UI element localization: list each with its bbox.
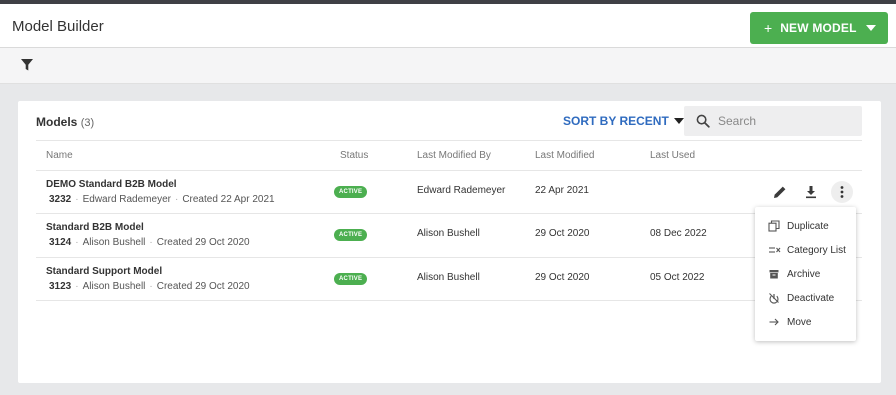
- more-actions-button[interactable]: [831, 181, 853, 203]
- column-header-last-modified[interactable]: Last Modified: [535, 150, 594, 161]
- separator: ·: [149, 237, 153, 248]
- duplicate-icon: [767, 219, 781, 233]
- menu-item-deactivate[interactable]: Deactivate: [755, 286, 856, 310]
- menu-item-archive[interactable]: Archive: [755, 262, 856, 286]
- table-row[interactable]: DEMO Standard B2B Model 3232 · Edward Rade…: [36, 171, 862, 214]
- model-created: Created 22 Apr 2021: [182, 194, 275, 205]
- kebab-menu-icon: [840, 186, 844, 198]
- model-creator: Edward Rademeyer: [82, 194, 171, 205]
- download-icon: [806, 186, 816, 199]
- model-id: 3232: [49, 194, 72, 205]
- model-name[interactable]: Standard B2B Model: [46, 222, 144, 233]
- archive-icon: [767, 267, 781, 281]
- menu-item-category-list[interactable]: Category List: [755, 238, 856, 262]
- separator: ·: [149, 281, 153, 292]
- caret-down-icon: [673, 118, 684, 124]
- menu-item-label: Move: [787, 316, 812, 328]
- separator: ·: [75, 194, 79, 205]
- status-badge: ACTIVE: [334, 186, 368, 198]
- status-badge: ACTIVE: [334, 229, 368, 241]
- plus-icon: +: [764, 20, 773, 36]
- table-row[interactable]: Standard Support Model 3123 · Alison Bushe…: [36, 258, 862, 301]
- menu-item-move[interactable]: Move: [755, 310, 856, 334]
- models-title: Models: [36, 115, 78, 129]
- last-modified: 29 Oct 2020: [535, 228, 590, 239]
- search-input[interactable]: [718, 111, 854, 131]
- context-menu: Duplicate Category List Archive Deactiva…: [755, 207, 856, 341]
- sort-dropdown[interactable]: SORT BY RECENT: [563, 114, 684, 128]
- divider: [36, 300, 862, 301]
- pencil-icon: [774, 186, 786, 198]
- model-creator: Alison Bushell: [82, 237, 146, 248]
- arrow-right-icon: [767, 315, 781, 329]
- new-model-button[interactable]: + NEW MODEL: [750, 12, 888, 44]
- filter-bar: [0, 48, 896, 84]
- edit-button[interactable]: [769, 181, 791, 203]
- model-meta: 3123 · Alison Bushell · Created 29 Oct 2020: [49, 281, 250, 292]
- model-meta: 3232 · Edward Rademeyer · Created 22 Apr 202…: [49, 194, 275, 205]
- divider: [36, 140, 862, 141]
- category-list-icon: [767, 243, 781, 257]
- last-used: 05 Oct 2022: [650, 272, 705, 283]
- filter-icon[interactable]: [20, 58, 34, 72]
- deactivate-icon: [767, 291, 781, 305]
- menu-item-label: Archive: [787, 268, 821, 280]
- model-created: Created 29 Oct 2020: [156, 237, 250, 248]
- menu-item-label: Category List: [787, 244, 846, 256]
- menu-item-label: Deactivate: [787, 292, 835, 304]
- model-name[interactable]: Standard Support Model: [46, 266, 162, 277]
- model-id: 3123: [49, 281, 72, 292]
- separator: ·: [75, 237, 79, 248]
- models-heading: Models (3): [36, 115, 94, 129]
- status-badge: ACTIVE: [334, 273, 368, 285]
- models-card: Models (3) SORT BY RECENT Name Status La…: [18, 101, 881, 383]
- download-button[interactable]: [800, 181, 822, 203]
- chevron-down-icon[interactable]: [866, 25, 876, 31]
- table-row[interactable]: Standard B2B Model 3124 · Alison Bushell · C…: [36, 214, 862, 257]
- model-id: 3124: [49, 237, 72, 248]
- models-count: (3): [80, 117, 95, 129]
- model-created: Created 29 Oct 2020: [156, 281, 250, 292]
- menu-item-label: Duplicate: [787, 220, 829, 232]
- last-modified: 22 Apr 2021: [535, 185, 589, 196]
- column-header-last-used[interactable]: Last Used: [650, 150, 695, 161]
- model-name[interactable]: DEMO Standard B2B Model: [46, 179, 177, 190]
- last-modified-by: Alison Bushell: [417, 228, 480, 239]
- model-meta: 3124 · Alison Bushell · Created 29 Oct 2020: [49, 237, 250, 248]
- last-modified-by: Edward Rademeyer: [417, 185, 506, 196]
- separator: ·: [75, 281, 79, 292]
- separator: ·: [174, 194, 179, 205]
- last-modified: 29 Oct 2020: [535, 272, 590, 283]
- search-box[interactable]: [684, 106, 862, 136]
- new-model-label: NEW MODEL: [780, 21, 857, 35]
- model-creator: Alison Bushell: [82, 281, 146, 292]
- last-modified-by: Alison Bushell: [417, 272, 480, 283]
- column-header-name[interactable]: Name: [46, 150, 73, 161]
- last-used: 08 Dec 2022: [650, 228, 707, 239]
- menu-item-duplicate[interactable]: Duplicate: [755, 214, 856, 238]
- search-icon: [696, 114, 710, 128]
- column-header-status[interactable]: Status: [340, 150, 368, 161]
- sort-label: SORT BY RECENT: [563, 114, 669, 128]
- page-title: Model Builder: [12, 18, 104, 35]
- column-header-last-modified-by[interactable]: Last Modified By: [417, 150, 491, 161]
- app-header: Model Builder + NEW MODEL: [0, 4, 896, 48]
